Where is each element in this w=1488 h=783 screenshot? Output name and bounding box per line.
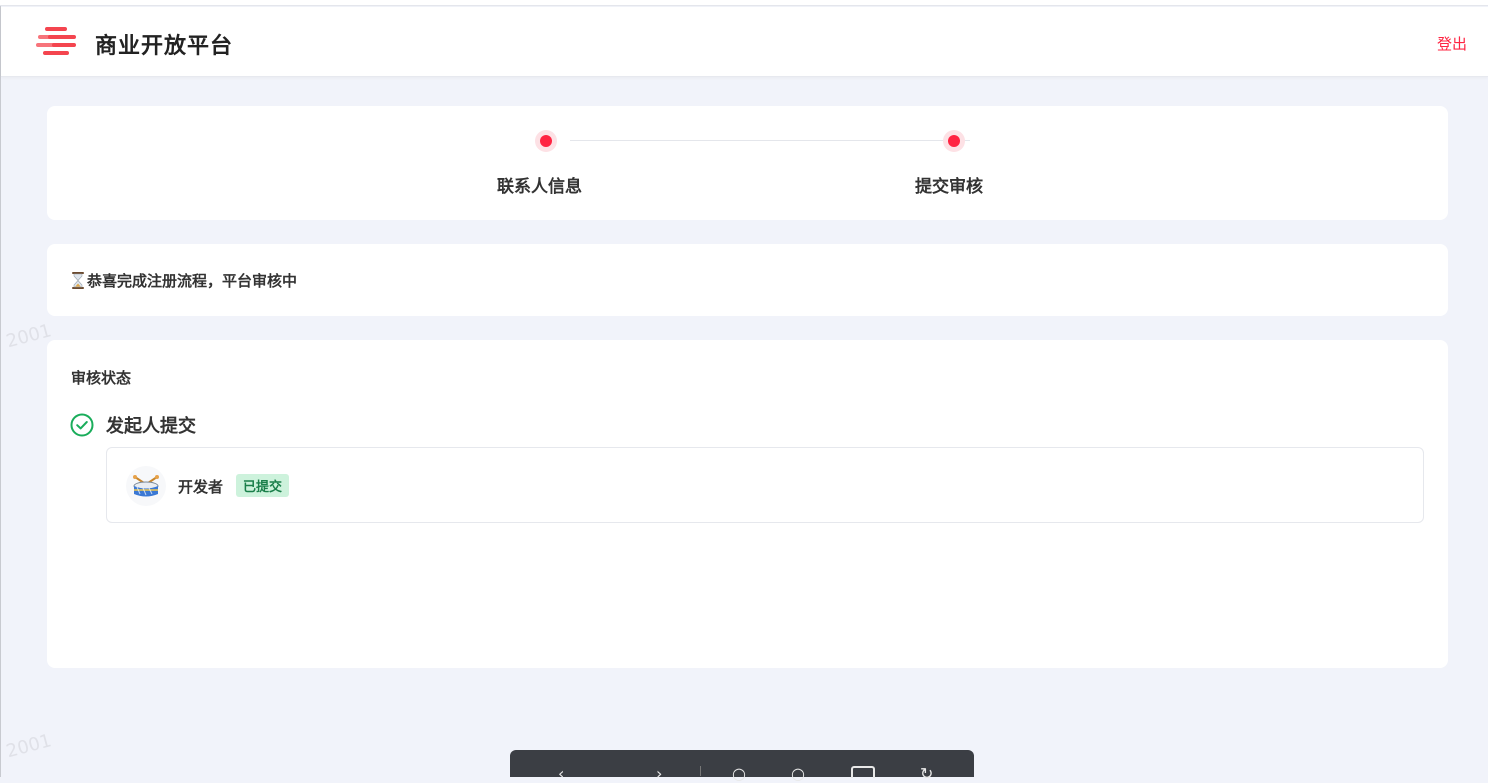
- message-card: 恭喜完成注册流程，平台审核中: [47, 244, 1448, 316]
- hourglass-icon: [72, 272, 84, 289]
- toolbar-divider: [700, 766, 701, 776]
- drum-icon: [133, 475, 159, 497]
- next-icon[interactable]: ›: [656, 766, 662, 782]
- step-dot-contact: [535, 130, 557, 152]
- check-circle-icon: [70, 413, 94, 437]
- submitter-card: 开发者 已提交: [106, 447, 1424, 523]
- submitter-name: 开发者: [178, 478, 224, 496]
- submitter-avatar: [126, 466, 166, 506]
- status-title: 审核状态: [71, 369, 132, 387]
- step-label-contact: 联系人信息: [497, 177, 582, 197]
- status-badge: 已提交: [236, 474, 290, 497]
- window-top-edge: [0, 0, 1488, 6]
- prev-icon[interactable]: ‹: [558, 766, 564, 782]
- logout-link[interactable]: 登出: [1437, 33, 1467, 54]
- viewer-toolbar: ‹ › ○ ○ ↻: [510, 750, 974, 782]
- review-message-text: 恭喜完成注册流程，平台审核中: [87, 272, 298, 290]
- top-header: 商业开放平台 登出: [1, 7, 1488, 77]
- review-message: 恭喜完成注册流程，平台审核中: [71, 270, 297, 291]
- zoom-out-icon[interactable]: ○: [732, 766, 746, 782]
- status-card: 审核状态 发起人提交 开发者 已提交: [47, 340, 1448, 668]
- status-node-label: 发起人提交: [106, 416, 196, 437]
- window-left-edge: [0, 6, 1, 777]
- fit-icon[interactable]: [851, 766, 875, 778]
- zoom-in-icon[interactable]: ○: [791, 766, 805, 782]
- platform-title: 商业开放平台: [95, 34, 234, 59]
- step-label-submit: 提交审核: [915, 177, 983, 197]
- platform-logo: [36, 25, 78, 59]
- steps-card: 联系人信息 提交审核: [47, 106, 1448, 220]
- step-connector: [570, 140, 970, 141]
- rotate-icon[interactable]: ↻: [920, 766, 933, 782]
- watermark: 2001: [4, 730, 54, 763]
- step-dot-submit: [943, 130, 965, 152]
- status-node: 发起人提交: [70, 412, 196, 438]
